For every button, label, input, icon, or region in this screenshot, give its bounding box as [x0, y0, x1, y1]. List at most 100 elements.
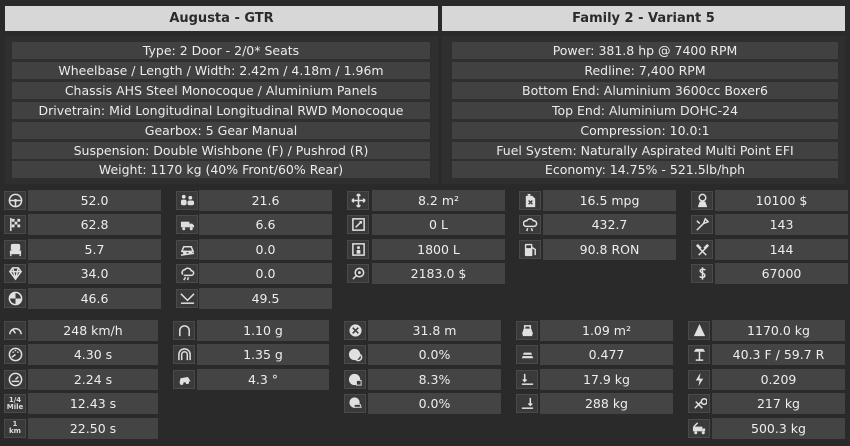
spec-line: Bottom End: Aluminium 3600cc Boxer6 — [452, 81, 838, 99]
stat-value: 21.6 — [199, 190, 332, 211]
offroad-car-icon-glyph — [180, 245, 194, 256]
offroad-car-icon — [176, 239, 198, 259]
engineering-icon — [691, 215, 713, 235]
tire-car-icon — [344, 394, 366, 414]
cargo-truck-icon-glyph — [180, 222, 194, 231]
spec-line: Economy: 14.75% - 521.5lb/hph — [452, 161, 838, 179]
trunk-icon-glyph — [351, 218, 365, 232]
checkered-flag-icon — [4, 215, 26, 235]
stat-value: 288 kg — [540, 393, 673, 415]
safety-badge-icon — [4, 288, 26, 308]
stat-value: 31.8 m — [368, 320, 501, 341]
weight-icon-glyph — [693, 323, 705, 337]
production-icon-glyph — [695, 243, 709, 256]
stat-value: 0.0 — [199, 238, 332, 260]
stat-value: 1.09 m² — [540, 320, 673, 341]
spec-line: Chassis AHS Steel Monocoque / Aluminium … — [12, 81, 430, 99]
stat-value: 1.10 g — [197, 320, 329, 341]
right-panel-title: Family 2 - Variant 5 — [442, 6, 845, 31]
stat-value: 217 kg — [712, 393, 845, 415]
dollar-icon — [691, 264, 713, 284]
ground-clearance-icon — [176, 288, 198, 308]
price-tag-icon — [691, 191, 713, 210]
stat-value: 5.7 — [28, 238, 161, 260]
stat-value: 6.6 — [199, 214, 332, 236]
safety-badge-icon-glyph — [8, 291, 22, 305]
passengers-icon-glyph — [180, 194, 194, 206]
spec-line: Type: 2 Door - 2/0* Seats — [12, 42, 430, 59]
stat-value: 4.30 s — [28, 344, 158, 366]
spec-line: Compression: 10.0:1 — [452, 121, 838, 139]
tire-flag-icon — [344, 369, 366, 389]
acceleration-gauge-icon-glyph — [8, 348, 22, 362]
quarter-mile-icon: 1/4 Mile — [4, 394, 26, 414]
icon-caption: 1/4 Mile — [6, 395, 24, 411]
steering-wheel-icon — [4, 191, 26, 210]
cost-gear-icon-glyph — [351, 267, 364, 280]
stat-value: 1170.0 kg — [712, 320, 845, 341]
braking-icon — [344, 321, 366, 340]
stat-value: 432.7 — [543, 214, 676, 236]
engineering-icon-glyph — [695, 217, 709, 232]
cargo-truck-icon — [176, 215, 198, 235]
wrench-tools-icon-glyph — [693, 398, 707, 409]
drag-icon-glyph — [520, 353, 534, 359]
stat-value: 40.3 F / 59.7 R — [712, 344, 845, 366]
fuel-tank-icon-glyph — [351, 242, 365, 256]
fuel-can-icon — [519, 191, 541, 210]
stat-value: 0.0% — [368, 344, 501, 366]
acceleration-100-icon — [4, 369, 26, 389]
cornering-max-icon — [173, 345, 195, 365]
fuel-pump-icon-glyph — [524, 243, 536, 256]
stat-value: 0.209 — [712, 368, 845, 390]
stat-value: 62.8 — [28, 214, 161, 236]
stat-value: 49.5 — [199, 287, 332, 309]
passengers-icon — [176, 191, 198, 210]
stat-value: 52.0 — [28, 190, 161, 211]
stat-value: 10100 $ — [715, 190, 848, 211]
stat-value: 90.8 RON — [543, 238, 676, 260]
acceleration-gauge-icon — [4, 345, 26, 365]
pollution-cloud-icon — [519, 215, 541, 235]
stat-value: 67000 — [715, 263, 848, 285]
frontal-area-icon-glyph — [521, 325, 533, 337]
acceleration-100-icon-glyph — [8, 372, 22, 387]
stat-value: 12.43 s — [28, 393, 158, 415]
downforce-rear-icon-glyph — [521, 398, 533, 410]
spec-line: Fuel System: Naturally Aspirated Multi P… — [452, 141, 838, 159]
stat-value: 4.3 ° — [197, 368, 329, 390]
stat-value: 500.3 kg — [712, 417, 845, 439]
spec-line: Suspension: Double Wishbone (F) / Pushro… — [12, 141, 430, 159]
stat-value: 46.6 — [28, 287, 161, 309]
stat-value: 16.5 mpg — [543, 190, 676, 211]
weight-distribution-icon-glyph — [693, 349, 705, 362]
price-tag-icon-glyph — [697, 193, 707, 208]
stat-value: 248 km/h — [28, 320, 158, 341]
pollution-cloud-icon-glyph — [522, 218, 537, 232]
spec-line: Drivetrain: Mid Longitudinal Longitudina… — [12, 101, 430, 119]
ground-clearance-icon-glyph — [179, 292, 195, 304]
cornering-icon-glyph — [178, 325, 190, 337]
dimensions-icon — [347, 191, 369, 210]
spec-line: Top End: Aluminium DOHC-24 — [452, 101, 838, 119]
downforce-rear-icon — [516, 394, 538, 414]
spec-line: Weight: 1170 kg (40% Front/60% Rear) — [12, 161, 430, 179]
trunk-icon — [347, 215, 369, 235]
wrench-tools-icon — [688, 394, 710, 414]
top-speed-gauge-icon-glyph — [8, 327, 22, 335]
left-panel-title: Augusta - GTR — [5, 6, 438, 31]
weight-icon — [688, 321, 710, 340]
stat-value: 143 — [715, 214, 848, 236]
dollar-icon-glyph — [698, 267, 706, 280]
icon-caption: 1 km — [9, 420, 21, 436]
diamond-icon-glyph — [8, 267, 22, 281]
stat-value: 2183.0 $ — [372, 263, 505, 285]
cornering-max-icon-glyph — [177, 348, 191, 361]
stat-value: 34.0 — [28, 263, 161, 285]
downforce-front-icon-glyph — [521, 373, 533, 385]
emissions-icon — [176, 264, 198, 284]
stat-value: 8.3% — [368, 368, 501, 390]
spec-line: Redline: 7,400 RPM — [452, 61, 838, 79]
tire-wheel-icon-glyph — [348, 349, 362, 362]
emissions-icon-glyph — [180, 267, 194, 281]
